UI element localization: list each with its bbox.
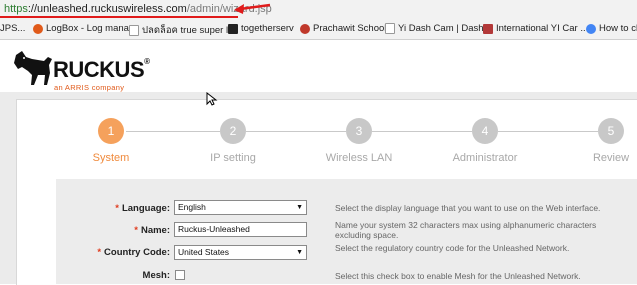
google-icon: [586, 23, 596, 34]
bookmark-label: LogBox - Log mana...: [46, 23, 137, 34]
bookmark-item[interactable]: International YI Car ...: [483, 23, 588, 34]
bookmark-item[interactable]: LogBox - Log mana...: [33, 23, 137, 34]
country-code-label-text: Country Code:: [104, 247, 170, 258]
mesh-help: Select this check box to enable Mesh for…: [335, 271, 581, 281]
url-scheme: https: [4, 3, 28, 15]
brand-name: RUCKUS: [53, 57, 145, 82]
name-help: Name your system 32 characters max using…: [335, 220, 597, 240]
country-code-label: * Country Code:: [97, 247, 170, 258]
bookmark-item[interactable]: How to cha: [586, 23, 637, 34]
brand-tagline: an ARRIS company: [54, 83, 125, 92]
bookmark-label: JPS...: [0, 23, 26, 34]
dropdown-arrow-icon: ▼: [296, 204, 303, 211]
mouse-cursor-icon: [206, 92, 218, 106]
bookmark-label: How to cha: [599, 23, 637, 34]
wizard-step-5[interactable]: 5: [598, 118, 624, 144]
wizard-step-4[interactable]: 4: [472, 118, 498, 144]
bookmark-item[interactable]: ปลดล็อค true super l...: [129, 23, 236, 38]
required-mark: *: [134, 225, 138, 236]
wizard-step-1-label: System: [92, 152, 130, 164]
tv-icon: [228, 23, 238, 34]
address-bar[interactable]: https://unleashed.ruckuswireless.com/adm…: [0, 0, 637, 19]
mesh-label: Mesh:: [142, 270, 170, 281]
language-select-value: English: [178, 202, 206, 212]
bookmark-item[interactable]: Yi Dash Cam | Dash...: [385, 23, 491, 34]
school-icon: [300, 23, 310, 34]
page-icon: [385, 23, 395, 34]
name-input[interactable]: Ruckus-Unleashed: [174, 222, 307, 237]
wizard-step-1[interactable]: 1: [98, 118, 124, 144]
language-label-text: Language:: [121, 203, 170, 214]
required-mark: *: [115, 203, 119, 214]
dog-icon: [33, 23, 43, 34]
country-code-select-value: United States: [178, 247, 230, 257]
wizard-step-5-label: Review: [592, 152, 630, 164]
country-code-help: Select the regulatory country code for t…: [335, 243, 570, 253]
bookmarks-bar: JPS... LogBox - Log mana... ปลดล็อค true…: [0, 19, 637, 40]
step-connector: [246, 131, 346, 132]
bookmark-label: International YI Car ...: [496, 23, 589, 34]
annotation-underline: [0, 16, 238, 18]
yi-icon: [483, 23, 493, 34]
bookmark-label: ปลดล็อค true super l...: [142, 25, 236, 36]
bookmark-label: Yi Dash Cam | Dash...: [398, 23, 492, 34]
trademark: ®: [144, 57, 150, 66]
brand-logo: RUCKUS®: [53, 57, 150, 83]
language-help: Select the display language that you wan…: [335, 203, 601, 213]
bookmark-item[interactable]: togetherserv: [228, 23, 294, 34]
language-label: * Language:: [115, 203, 170, 214]
bookmark-label: togetherserv: [241, 23, 294, 34]
dropdown-arrow-icon: ▼: [296, 249, 303, 256]
wizard-step-3[interactable]: 3: [346, 118, 372, 144]
wizard-step-3-label: Wireless LAN: [325, 152, 393, 164]
wizard-step-4-label: Administrator: [452, 152, 518, 164]
bookmark-item[interactable]: Prachawit School: [300, 23, 386, 34]
bookmark-item[interactable]: JPS...: [0, 23, 25, 34]
wizard-step-2[interactable]: 2: [220, 118, 246, 144]
name-input-value: Ruckus-Unleashed: [178, 224, 250, 234]
step-connector: [498, 131, 598, 132]
name-label: * Name:: [134, 225, 170, 236]
mesh-checkbox[interactable]: [175, 270, 185, 280]
annotation-arrow-icon: [234, 3, 271, 14]
required-mark: *: [97, 247, 102, 258]
ruckus-dog-logo-icon: [14, 51, 52, 85]
country-code-select[interactable]: United States ▼: [174, 245, 307, 260]
name-label-text: Name:: [140, 225, 170, 236]
wizard-step-2-label: IP setting: [210, 152, 256, 164]
page-icon: [129, 25, 139, 36]
step-connector: [126, 131, 220, 132]
step-connector: [372, 131, 472, 132]
bookmark-label: Prachawit School: [313, 23, 387, 34]
language-select[interactable]: English ▼: [174, 200, 307, 215]
url-host: ://unleashed.ruckuswireless.com: [27, 3, 187, 15]
